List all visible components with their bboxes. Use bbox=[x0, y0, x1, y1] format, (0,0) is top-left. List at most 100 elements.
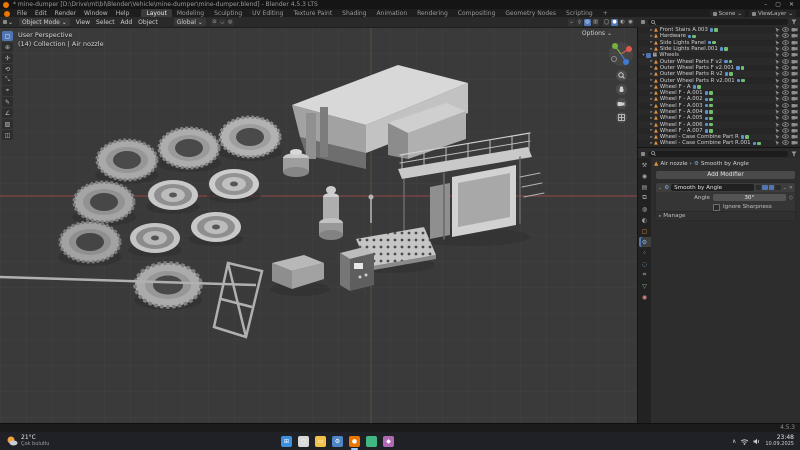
menu-item[interactable]: File bbox=[13, 10, 31, 17]
viewlayer-selector[interactable]: ViewLayer ⌄ bbox=[749, 10, 796, 17]
add-modifier-button[interactable]: Add Modifier bbox=[656, 171, 795, 179]
hide-eye-icon[interactable] bbox=[782, 33, 789, 39]
properties-editor-icon[interactable] bbox=[641, 151, 645, 156]
scene-selector[interactable]: Scene ⌄ bbox=[709, 10, 745, 17]
render-camera-icon[interactable] bbox=[791, 140, 798, 145]
selectable-icon[interactable] bbox=[775, 122, 780, 128]
selectable-icon[interactable] bbox=[775, 115, 780, 121]
hide-eye-icon[interactable] bbox=[782, 115, 789, 120]
render-camera-icon[interactable] bbox=[791, 78, 798, 83]
angle-value-field[interactable]: 30° bbox=[713, 194, 786, 201]
menu-item[interactable]: Render bbox=[51, 10, 80, 17]
modifier-extras-button[interactable]: ⌄ bbox=[783, 185, 787, 191]
selectable-icon[interactable] bbox=[775, 33, 780, 39]
editor-type-button[interactable]: ⌄ bbox=[0, 19, 16, 26]
properties-search-input[interactable] bbox=[648, 150, 788, 157]
tool-button[interactable]: ⌖ bbox=[2, 86, 13, 96]
render-camera-icon[interactable] bbox=[791, 27, 798, 32]
taskbar-app-icon[interactable]: ● bbox=[349, 435, 360, 450]
hide-eye-icon[interactable] bbox=[782, 65, 789, 70]
outliner-row[interactable]: ▸ ▲ Outer Wheel Parts R v2 bbox=[638, 71, 800, 78]
overlays-toggle[interactable]: ◎ bbox=[584, 18, 591, 26]
wifi-icon[interactable] bbox=[740, 438, 749, 445]
render-camera-icon[interactable] bbox=[791, 33, 798, 38]
render-camera-icon[interactable] bbox=[791, 46, 798, 51]
shading-wireframe-button[interactable]: ◯ bbox=[603, 18, 610, 26]
render-camera-icon[interactable] bbox=[791, 103, 798, 108]
selectable-icon[interactable] bbox=[775, 84, 780, 90]
filter-funnel-icon[interactable] bbox=[791, 19, 797, 25]
hide-eye-icon[interactable] bbox=[782, 71, 789, 76]
taskbar-app-icon[interactable]: ○ bbox=[298, 435, 309, 447]
tool-button[interactable]: ∠ bbox=[2, 108, 13, 118]
selectable-icon[interactable] bbox=[775, 78, 780, 84]
outliner-editor-icon[interactable] bbox=[641, 20, 645, 24]
tool-button[interactable]: ✎ bbox=[2, 97, 13, 107]
properties-tab[interactable]: ▽ bbox=[639, 281, 651, 291]
properties-tab[interactable]: ▤ bbox=[639, 182, 651, 192]
camera-view-button[interactable] bbox=[615, 98, 627, 109]
outliner-search-input[interactable] bbox=[648, 19, 788, 25]
selectable-icon[interactable] bbox=[775, 71, 780, 77]
hide-eye-icon[interactable] bbox=[782, 52, 789, 58]
pivot-point-button[interactable]: ⊙ bbox=[210, 18, 218, 26]
tool-button[interactable]: ⊕ bbox=[2, 42, 13, 52]
hide-eye-icon[interactable] bbox=[782, 134, 789, 139]
properties-tab[interactable]: ⁘ bbox=[639, 248, 651, 258]
breadcrumb-object[interactable]: Air nozzle bbox=[660, 161, 687, 167]
manage-panel-header[interactable]: ▸ Manage bbox=[656, 211, 795, 220]
hide-eye-icon[interactable] bbox=[782, 96, 789, 102]
properties-tab[interactable]: ◐ bbox=[639, 215, 651, 225]
orthographic-toggle-button[interactable] bbox=[615, 112, 627, 123]
hide-eye-icon[interactable] bbox=[782, 121, 789, 127]
viewport-menu[interactable]: Add bbox=[118, 19, 136, 26]
tool-button[interactable]: ⤡ bbox=[2, 75, 13, 85]
outliner-row[interactable]: ▸ ▲ Wheel - Case Combine Part R bbox=[638, 134, 800, 141]
tray-chevron-icon[interactable]: ∧ bbox=[732, 438, 736, 445]
properties-tab[interactable]: ⧉ bbox=[639, 193, 651, 203]
taskbar-app-icon[interactable] bbox=[366, 435, 377, 447]
render-camera-icon[interactable] bbox=[791, 115, 798, 120]
shading-material-button[interactable]: ◐ bbox=[619, 18, 626, 26]
filter-funnel-icon[interactable] bbox=[791, 151, 797, 157]
tool-button[interactable]: ◫ bbox=[2, 130, 13, 140]
collection-checkbox[interactable] bbox=[646, 53, 651, 58]
minimize-button[interactable]: – bbox=[764, 1, 767, 8]
selectable-icon[interactable] bbox=[775, 140, 780, 146]
selectable-icon[interactable] bbox=[775, 27, 780, 33]
properties-tab[interactable]: ⚙ bbox=[638, 237, 651, 247]
taskbar-app-icon[interactable]: ◆ bbox=[383, 435, 394, 447]
attribute-toggle-icon[interactable]: ◇ bbox=[789, 195, 793, 201]
selectable-icon[interactable] bbox=[775, 103, 780, 109]
gizmo-toggle[interactable]: ⟠ bbox=[576, 18, 583, 26]
menu-item[interactable]: Edit bbox=[31, 10, 51, 17]
tool-button[interactable]: ✢ bbox=[2, 53, 13, 63]
speaker-icon[interactable] bbox=[753, 438, 761, 445]
maximize-button[interactable]: ▢ bbox=[775, 1, 781, 8]
properties-tab[interactable]: ⚒ bbox=[639, 160, 651, 170]
hide-eye-icon[interactable] bbox=[782, 140, 789, 146]
blender-menu-icon[interactable] bbox=[4, 10, 10, 17]
properties-tab[interactable]: ◉ bbox=[639, 292, 651, 302]
hide-eye-icon[interactable] bbox=[782, 58, 789, 64]
render-camera-icon[interactable] bbox=[791, 128, 798, 133]
outliner-row[interactable]: ▸ ▲ Wheel - Case Combine Part R.001 bbox=[638, 140, 800, 146]
hide-eye-icon[interactable] bbox=[782, 77, 789, 83]
taskbar-app-icon[interactable]: ⊞ bbox=[281, 435, 292, 447]
shading-rendered-button[interactable]: ◉ bbox=[627, 18, 634, 26]
viewport-menu[interactable]: Object bbox=[135, 19, 161, 26]
taskbar-app-icon[interactable]: ▭ bbox=[315, 435, 326, 447]
render-camera-icon[interactable] bbox=[791, 90, 798, 95]
viewport-menu[interactable]: View bbox=[73, 19, 93, 26]
modifier-name-field[interactable]: Smooth by Angle bbox=[671, 184, 754, 191]
orientation-selector[interactable]: Global ⌄ bbox=[173, 18, 206, 26]
render-camera-icon[interactable] bbox=[791, 52, 798, 57]
collapse-arrow-icon[interactable]: ⌄ bbox=[658, 185, 662, 191]
properties-tab[interactable]: ⌗ bbox=[639, 270, 651, 280]
selectable-icon[interactable] bbox=[775, 65, 780, 71]
viewport-canvas[interactable] bbox=[0, 27, 638, 424]
selectable-icon[interactable] bbox=[775, 109, 780, 115]
hide-eye-icon[interactable] bbox=[782, 40, 789, 45]
taskbar-clock[interactable]: 23:48 10.09.2025 bbox=[765, 434, 794, 448]
hide-eye-icon[interactable] bbox=[782, 84, 789, 89]
